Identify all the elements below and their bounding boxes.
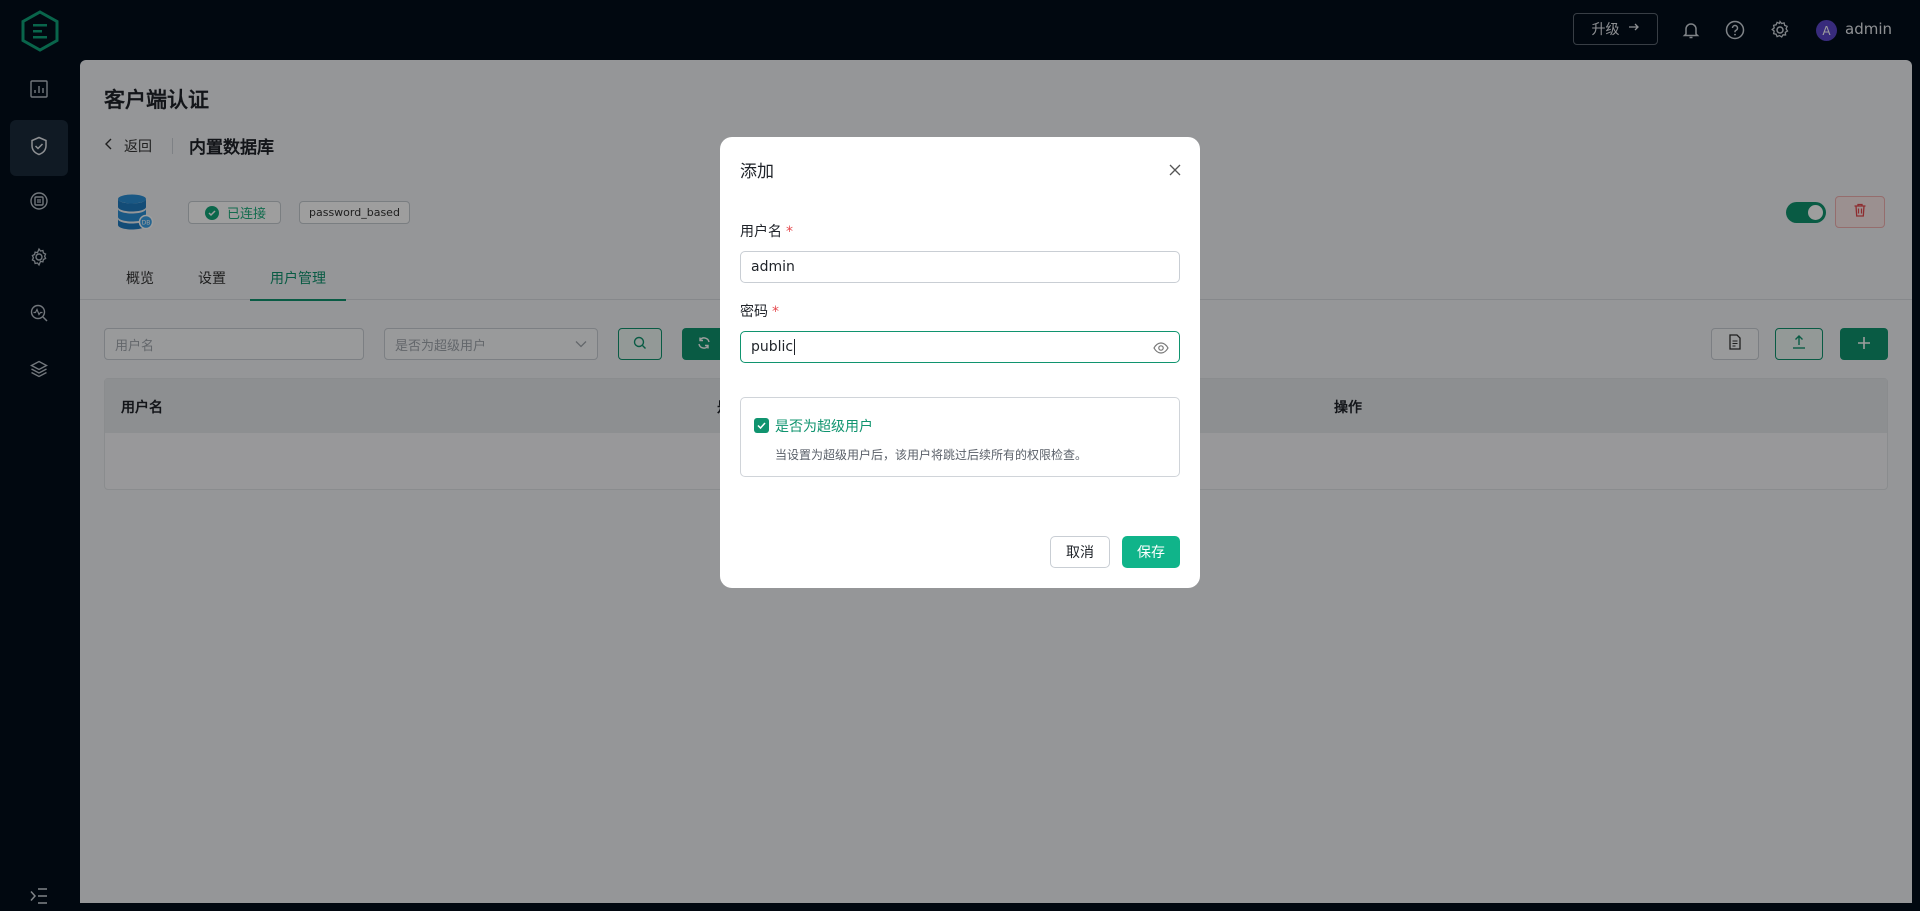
- save-button[interactable]: 保存: [1122, 536, 1180, 568]
- eye-icon[interactable]: [1153, 340, 1169, 356]
- username-field[interactable]: admin: [740, 251, 1180, 283]
- superuser-checkbox-label[interactable]: 是否为超级用户: [775, 416, 873, 436]
- password-value: public: [751, 339, 794, 355]
- add-user-dialog: 添加 用户名 * admin 密码 * public 是否为超级用户 当设置为超级用…: [720, 137, 1200, 588]
- password-label-text: 密码: [740, 304, 768, 320]
- required-mark: *: [786, 224, 793, 240]
- password-field[interactable]: public: [740, 331, 1180, 363]
- password-field-label: 密码 *: [740, 301, 779, 321]
- cancel-button[interactable]: 取消: [1050, 536, 1110, 568]
- close-icon[interactable]: [1166, 161, 1184, 179]
- dialog-title: 添加: [740, 162, 774, 182]
- superuser-option-box: 是否为超级用户 当设置为超级用户后，该用户将跳过后续所有的权限检查。: [740, 397, 1180, 477]
- superuser-help-text: 当设置为超级用户后，该用户将跳过后续所有的权限检查。: [775, 448, 1088, 462]
- superuser-checkbox[interactable]: [754, 418, 769, 433]
- required-mark: *: [772, 304, 779, 320]
- text-caret: [794, 339, 796, 355]
- username-label-text: 用户名: [740, 224, 782, 240]
- username-field-label: 用户名 *: [740, 221, 793, 241]
- username-value: admin: [751, 259, 795, 275]
